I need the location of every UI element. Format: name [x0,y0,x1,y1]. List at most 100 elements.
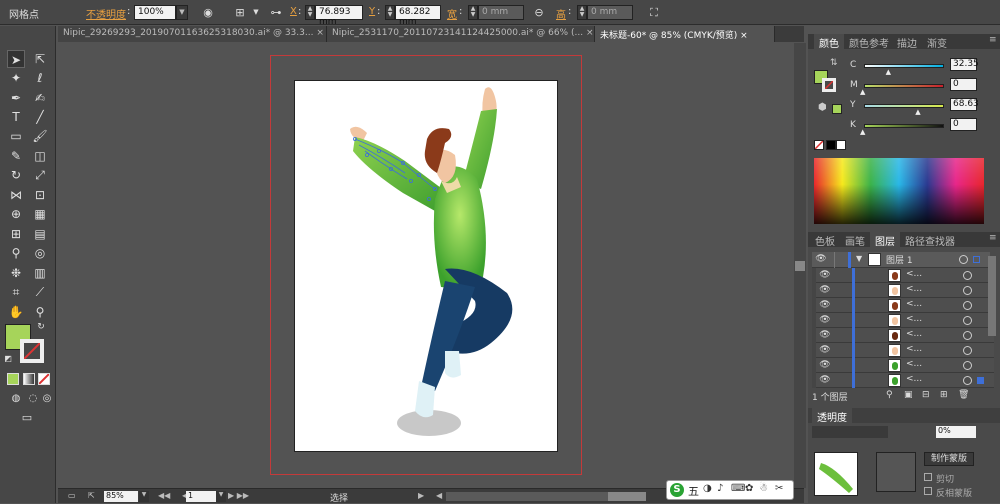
hand-tool-icon[interactable]: ✋ [7,303,25,321]
y-stepper[interactable]: ▲ ▼ [385,5,395,20]
column-graph-tool-icon[interactable]: ▥ [31,264,49,282]
color-spectrum[interactable] [814,158,984,224]
eraser-tool-icon[interactable]: ◫ [31,147,49,165]
height-stepper[interactable]: ▲ ▼ [577,5,587,20]
sublayer-row[interactable]: 👁 <... [816,343,994,358]
sublayer-name[interactable]: <... [906,359,922,369]
status-menu-icon[interactable]: ▶ [418,491,426,502]
y-label[interactable]: Y [369,6,375,17]
object-thumbnail[interactable] [814,452,858,496]
sublayer-name[interactable]: <... [906,284,922,294]
zoom-dropdown-icon[interactable]: ▼ [139,491,149,502]
tab-document-3[interactable]: 未标题-60* @ 85% (CMYK/预览) × [595,26,775,42]
perspective-grid-tool-icon[interactable]: ▦ [31,205,49,223]
layers-panel-menu-icon[interactable]: ≡ [984,232,1000,247]
panel-menu-icon[interactable]: ≡ [984,34,1000,49]
artboard[interactable] [294,80,558,452]
sublayer-row[interactable]: 👁 <... [816,328,994,343]
zoom-input[interactable]: 85% [104,491,138,502]
sublayer-name[interactable]: <... [906,269,922,279]
target-circle-icon[interactable] [959,255,968,264]
width-stepper[interactable]: ▲ ▼ [468,5,478,20]
target-circle-icon[interactable] [963,376,972,385]
magic-wand-tool-icon[interactable]: ✦ [7,69,25,87]
ime-punctuation-icon[interactable]: ◑ [703,483,712,494]
locate-object-icon[interactable]: ⚲ [886,390,893,400]
canvas-vertical-scrollbar[interactable] [794,43,806,488]
visibility-eye-icon[interactable]: 👁 [814,254,828,266]
opacity-dropdown[interactable]: ▼ [176,5,188,20]
share-icon[interactable]: ⇱ [88,491,102,502]
gradient-mode-icon[interactable] [23,373,35,385]
opacity-input[interactable]: 100% [134,5,176,20]
x-input[interactable]: 76.893 mm [315,5,363,27]
invert-mask-checkbox[interactable] [924,487,932,495]
x-label[interactable]: X [290,6,297,17]
sublayer-row[interactable]: 👁 <... [816,358,994,373]
tab-close-icon[interactable]: × [316,28,324,38]
sublayer-row[interactable]: 👁 <... [816,298,994,313]
rectangle-tool-icon[interactable]: ▭ [7,127,25,145]
channel-k-knob[interactable]: ▲ [860,128,865,136]
first-page-icon[interactable]: ◀◀ [158,491,178,502]
transparency-opacity-input[interactable]: 0% [936,426,976,438]
symbol-sprayer-tool-icon[interactable]: ❉ [7,264,25,282]
create-layer-icon[interactable]: ⊞ [940,390,948,400]
page-dropdown-icon[interactable]: ▼ [216,491,226,502]
make-mask-button[interactable]: 制作蒙版 [924,452,974,466]
visibility-eye-icon[interactable]: 👁 [818,300,832,312]
delete-layer-icon[interactable]: 🗑 [958,390,969,400]
white-color-swatch[interactable] [836,140,846,150]
visibility-eye-icon[interactable]: 👁 [818,285,832,297]
ime-mode-label[interactable]: 五 [688,483,699,499]
default-colors-icon[interactable]: ◩ [3,354,13,364]
none-color-swatch[interactable] [814,140,824,150]
line-tool-icon[interactable]: ╱ [31,108,49,126]
selection-tool-icon[interactable]: ➤ [7,50,25,68]
create-sublayer-icon[interactable]: ⊟ [922,390,930,400]
layer-row-top[interactable]: 👁 ▼ 图层 1 [812,252,990,268]
channel-m-slider[interactable] [864,84,944,88]
sublayer-row[interactable]: 👁 <... [816,373,994,388]
sublayer-row[interactable]: 👁 <... [816,268,994,283]
tab-transparency[interactable]: 透明度 [812,408,852,424]
blend-tool-icon[interactable]: ◎ [31,244,49,262]
visibility-eye-icon[interactable]: 👁 [818,330,832,342]
screen-mode-icon[interactable]: ▭ [16,409,38,427]
target-circle-icon[interactable] [963,271,972,280]
out-of-gamut-icon[interactable]: ⬢ [818,102,827,113]
tab-layers[interactable]: 图层 [870,232,900,248]
page-input[interactable]: 1 [186,491,216,502]
shape-builder-tool-icon[interactable]: ⊕ [7,205,25,223]
scale-tool-icon[interactable]: ⤢ [31,166,49,184]
sublayer-name[interactable]: <... [906,314,922,324]
tab-brushes[interactable]: 画笔 [840,232,870,248]
channel-k-input[interactable]: 0 [950,118,977,131]
channel-k-slider[interactable] [864,124,944,128]
draw-normal-icon[interactable]: ◍ [7,390,25,408]
visibility-eye-icon[interactable]: 👁 [818,360,832,372]
expand-triangle-icon[interactable]: ▼ [856,254,862,263]
clip-checkbox[interactable] [924,473,932,481]
tab-close-icon[interactable]: × [586,28,594,38]
recolor-icon[interactable]: ◉ [200,5,216,20]
channel-c-input[interactable]: 32.35 [950,58,979,71]
channel-c-slider[interactable] [864,64,944,68]
sublayer-name[interactable]: <... [906,329,922,339]
x-stepper[interactable]: ▲ ▼ [305,5,315,20]
y-input[interactable]: 68.282 mm [395,5,441,27]
tab-swatches[interactable]: 色板 [810,232,840,248]
target-circle-icon[interactable] [963,316,972,325]
scroll-thumb[interactable] [795,261,805,271]
direct-selection-tool-icon[interactable]: ⇱ [31,50,49,68]
tab-document-2[interactable]: Nipic_2531170_20110723141124425000.ai* @… [327,26,595,42]
tab-color[interactable]: 颜色 [814,34,844,50]
sublayer-name[interactable]: <... [906,299,922,309]
zoom-tool-icon[interactable]: ⚲ [31,303,49,321]
tab-close-icon[interactable]: × [740,31,748,41]
eyedropper-tool-icon[interactable]: ⚲ [7,244,25,262]
target-circle-icon[interactable] [963,331,972,340]
paintbrush-tool-icon[interactable]: 🖌 [31,127,49,145]
sublayer-row[interactable]: 👁 <... [816,283,994,298]
selection-square-icon[interactable] [973,256,980,263]
